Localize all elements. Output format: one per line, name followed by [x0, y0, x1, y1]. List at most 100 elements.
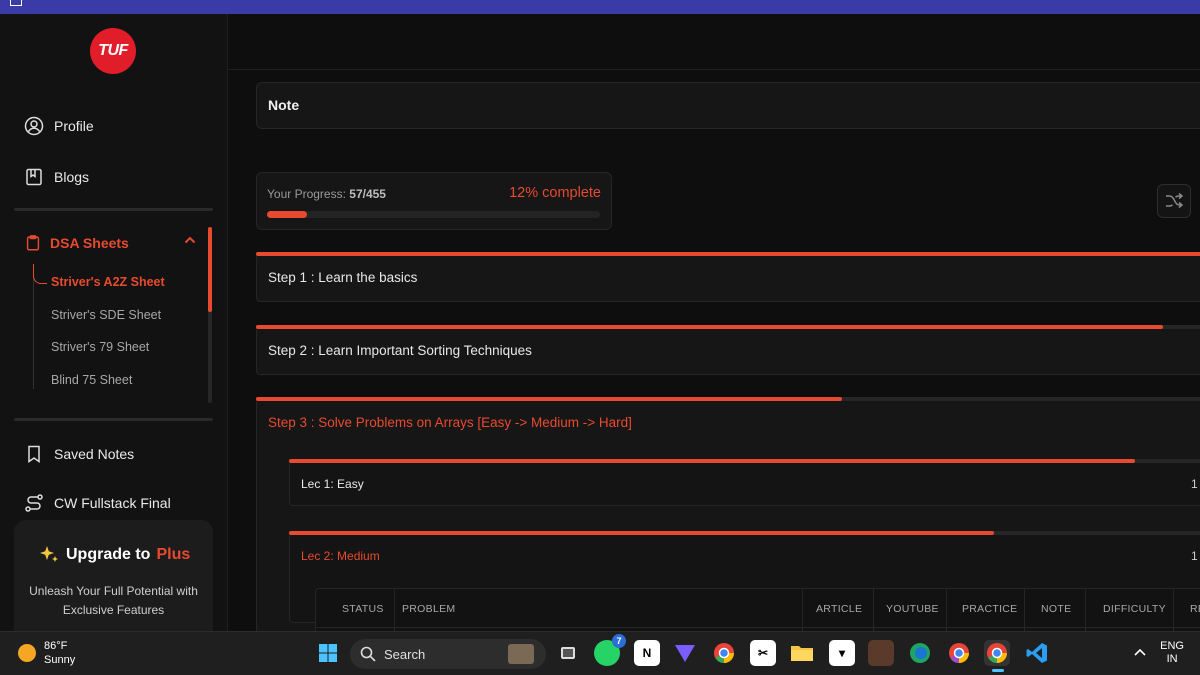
sidebar-item-blogs[interactable]: Blogs: [24, 167, 89, 187]
th-revision: RE: [1190, 603, 1200, 615]
edge-icon[interactable]: [907, 640, 933, 666]
sidebar-scrollbar-thumb[interactable]: [208, 227, 212, 312]
sidebar-sheet-a2z[interactable]: Striver's A2Z Sheet: [51, 275, 165, 289]
shuffle-button[interactable]: [1157, 184, 1191, 218]
column-divider: [1085, 589, 1086, 631]
th-practice: PRACTICE: [962, 603, 1018, 615]
profile-icon: [24, 116, 44, 136]
blogs-label: Blogs: [54, 169, 90, 185]
capcut-icon[interactable]: ✂: [750, 640, 776, 666]
weather-widget[interactable]: 86°F Sunny: [18, 639, 75, 667]
step-card-2[interactable]: Step 2 : Learn Important Sorting Techniq…: [256, 325, 1200, 375]
sidebar-item-profile[interactable]: Profile: [24, 116, 94, 136]
column-divider: [1173, 589, 1174, 631]
active-indicator: [992, 669, 1004, 672]
step-progress-fill: [256, 252, 1200, 256]
task-view-icon[interactable]: [555, 640, 581, 666]
vpn-icon[interactable]: [672, 640, 698, 666]
game-icon[interactable]: [868, 640, 894, 666]
th-article: ARTICLE: [816, 603, 863, 615]
logo-text: TUF: [98, 42, 128, 59]
progress-bar-fill: [267, 211, 307, 218]
chevron-up-icon[interactable]: [184, 234, 196, 248]
tree-line: [33, 264, 34, 389]
sidebar-item-cw-fullstack[interactable]: CW Fullstack Final: [24, 493, 171, 513]
chrome-icon[interactable]: [711, 640, 737, 666]
note-title: Note: [268, 97, 300, 113]
sidebar-sheet-blind75[interactable]: Blind 75 Sheet: [51, 373, 132, 387]
progress-bar: [267, 211, 600, 218]
lecture-title: Lec 1: Easy: [301, 477, 364, 491]
sidebar-sheet-sde[interactable]: Striver's SDE Sheet: [51, 308, 161, 322]
th-youtube: YOUTUBE: [886, 603, 939, 615]
sun-icon: [18, 644, 36, 662]
weather-text: 86°F Sunny: [44, 639, 75, 667]
lecture-count: 1: [1191, 549, 1198, 563]
step-title: Step 1 : Learn the basics: [268, 270, 418, 285]
step-title: Step 3 : Solve Problems on Arrays [Easy …: [268, 415, 632, 430]
divider: [14, 418, 213, 421]
chrome-profile-icon[interactable]: [946, 640, 972, 666]
sidebar-item-dsa-sheets[interactable]: DSA Sheets: [24, 234, 129, 252]
profile-label: Profile: [54, 118, 94, 134]
divider: [14, 208, 213, 211]
clipboard-icon: [26, 235, 40, 251]
window-icon: [10, 0, 22, 6]
column-divider: [873, 589, 874, 631]
shuffle-icon: [1166, 192, 1184, 209]
column-divider: [802, 589, 803, 631]
lecture-card-1[interactable]: Lec 1: Easy 1: [289, 459, 1200, 506]
saved-notes-label: Saved Notes: [54, 446, 135, 462]
note-panel[interactable]: Note: [256, 82, 1200, 129]
book-icon: [26, 168, 42, 186]
progress-label-text: Your Progress:: [267, 187, 346, 201]
taskbar: 86°F Sunny Search 7 N ✂ ▾ ENG IN: [0, 631, 1200, 675]
lecture-progress-fill: [289, 459, 1135, 463]
step-title: Step 2 : Learn Important Sorting Techniq…: [268, 343, 532, 358]
progress-card: Your Progress: 57/455 12% complete: [256, 172, 612, 230]
upgrade-title: Upgrade to Plus: [38, 544, 190, 566]
show-hidden-icons-icon[interactable]: [1134, 645, 1146, 659]
step-progress-fill: [256, 397, 842, 401]
sidebar-sheet-79[interactable]: Striver's 79 Sheet: [51, 340, 149, 354]
lang-label: ENG: [1160, 640, 1184, 652]
th-problem: PROBLEM: [402, 603, 456, 615]
progress-percent: 12% complete: [509, 185, 601, 201]
main-content: Note Your Progress: 57/455 12% complete …: [228, 14, 1200, 631]
sidebar-item-saved-notes[interactable]: Saved Notes: [24, 444, 134, 464]
weather-condition: Sunny: [44, 654, 76, 666]
upgrade-plus: Plus: [156, 546, 191, 563]
tuf-logo[interactable]: TUF: [90, 28, 136, 74]
app-icon[interactable]: ▾: [829, 640, 855, 666]
upgrade-description: Unleash Your Full Potential with Exclusi…: [29, 584, 198, 617]
dsa-sheets-label: DSA Sheets: [50, 235, 129, 251]
bookmark-icon: [28, 445, 40, 463]
windows-start-icon[interactable]: [315, 640, 341, 666]
column-divider: [1024, 589, 1025, 631]
cw-fullstack-label: CW Fullstack Final: [54, 495, 171, 511]
chrome-active-icon[interactable]: [984, 640, 1010, 672]
lecture-progress-fill: [289, 531, 994, 535]
column-divider: [394, 589, 395, 631]
notion-icon[interactable]: N: [634, 640, 660, 666]
whatsapp-badge: 7: [612, 634, 626, 648]
lecture-count: 1: [1191, 477, 1198, 491]
route-icon: [25, 494, 43, 512]
vscode-icon[interactable]: [1024, 640, 1050, 666]
row-divider: [316, 627, 1200, 628]
sparkle-icon: [40, 546, 58, 562]
upgrade-card: Upgrade to Plus Unleash Your Full Potent…: [14, 520, 213, 631]
upgrade-prefix: Upgrade to: [66, 546, 151, 563]
taskbar-search[interactable]: Search: [350, 639, 546, 669]
step-card-1[interactable]: Step 1 : Learn the basics: [256, 252, 1200, 302]
language-indicator[interactable]: ENG IN: [1160, 640, 1184, 666]
lecture-title: Lec 2: Medium: [301, 549, 380, 563]
column-divider: [946, 589, 947, 631]
search-highlight-icon: [508, 644, 534, 664]
search-label: Search: [384, 646, 426, 662]
weather-temp: 86°F: [44, 640, 68, 652]
sidebar: TUF Profile Blogs DSA Sheets Striver's A…: [0, 14, 228, 631]
progress-label: Your Progress: 57/455: [267, 187, 386, 201]
file-explorer-icon[interactable]: [789, 640, 815, 666]
whatsapp-icon[interactable]: 7: [594, 634, 626, 666]
